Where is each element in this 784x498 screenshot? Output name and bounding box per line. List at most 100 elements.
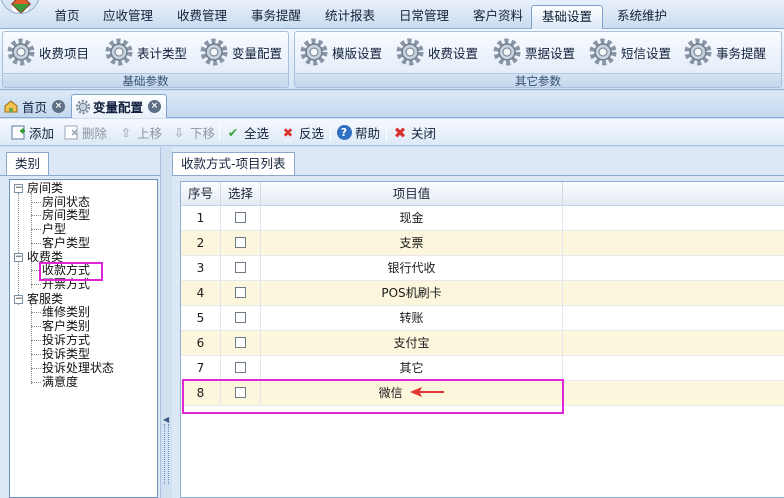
template-settings-button[interactable]: 模版设置	[299, 35, 382, 69]
item-list-tab[interactable]: 收款方式-项目列表	[172, 152, 295, 176]
meter-types-button[interactable]: 表计类型	[104, 35, 187, 69]
row-checkbox[interactable]	[235, 262, 246, 273]
menu-home[interactable]: 首页	[44, 5, 90, 27]
panel-splitter[interactable]: ◀	[160, 147, 172, 498]
gear-icon	[299, 37, 329, 67]
row-number: 7	[181, 356, 221, 381]
app-logo[interactable]	[0, 0, 40, 14]
tree-item-payment-method[interactable]: 收款方式	[42, 264, 90, 277]
table-row[interactable]: 7 其它	[181, 356, 784, 381]
tree-item-invoice-method[interactable]: 开票方式	[42, 278, 90, 291]
tree-collapse-toggle[interactable]: −	[14, 253, 23, 262]
invert-selection-button[interactable]: ✖ 反选	[280, 123, 324, 142]
tree-collapse-toggle[interactable]: −	[14, 184, 23, 193]
button-label: 模版设置	[332, 45, 383, 61]
row-select-cell	[221, 231, 261, 256]
row-value: 其它	[261, 356, 563, 381]
tab-variable-config[interactable]: 变量配置 ×	[71, 94, 167, 118]
tree-item-satisfaction[interactable]: 满意度	[42, 376, 78, 389]
help-button[interactable]: ? 帮助	[336, 123, 380, 142]
table-row[interactable]: 5 转账	[181, 306, 784, 331]
row-checkbox[interactable]	[235, 237, 246, 248]
task-reminder-button[interactable]: 事务提醒	[683, 35, 766, 69]
delete-button[interactable]: 删除	[63, 123, 107, 142]
add-icon	[10, 125, 26, 141]
menu-reports[interactable]: 统计报表	[314, 5, 386, 27]
table-row[interactable]: 1 现金	[181, 206, 784, 231]
gear-icon	[492, 37, 522, 67]
table-row[interactable]: 8 微信	[181, 381, 784, 406]
row-checkbox[interactable]	[235, 312, 246, 323]
tree-item-customer-type[interactable]: 客户类型	[42, 237, 90, 250]
menu-label: 事务提醒	[250, 8, 301, 23]
row-value: 银行代收	[261, 256, 563, 281]
collapse-arrow-icon[interactable]: ◀	[163, 415, 169, 424]
table-row[interactable]: 2 支票	[181, 231, 784, 256]
column-header-no[interactable]: 序号	[181, 182, 221, 206]
sms-settings-button[interactable]: 短信设置	[588, 35, 671, 69]
row-checkbox[interactable]	[235, 337, 246, 348]
tree-group-room[interactable]: 房间类	[27, 182, 63, 195]
red-arrow-icon	[410, 381, 445, 406]
charge-items-button[interactable]: 收费项目	[6, 35, 89, 69]
row-checkbox[interactable]	[235, 287, 246, 298]
row-value: 支付宝	[261, 331, 563, 356]
select-all-button[interactable]: ✔ 全选	[225, 123, 269, 142]
variable-config-button[interactable]: 变量配置	[199, 35, 282, 69]
tree-item-repair-category[interactable]: 维修类别	[42, 306, 90, 319]
charge-settings-button[interactable]: 收费设置	[395, 35, 478, 69]
menu-receivables[interactable]: 应收管理	[92, 5, 164, 27]
gear-icon	[6, 37, 36, 67]
ribbon-group-basic: 收费项目 表计类型 变量配置 基础参数	[2, 31, 289, 88]
close-icon[interactable]: ×	[148, 100, 162, 113]
close-icon[interactable]: ×	[52, 99, 66, 113]
tree-connector	[31, 284, 41, 285]
receipt-settings-button[interactable]: 票据设置	[492, 35, 575, 69]
menu-customers[interactable]: 客户资料	[462, 5, 534, 27]
table-row[interactable]: 6 支付宝	[181, 331, 784, 356]
row-value: 微信	[261, 381, 563, 406]
tab-home[interactable]: 首页 ×	[0, 94, 70, 118]
menu-basic-settings[interactable]: 基础设置	[531, 5, 603, 29]
row-number: 1	[181, 206, 221, 231]
row-checkbox[interactable]	[235, 212, 246, 223]
tree-item-customer-category[interactable]: 客户类别	[42, 320, 90, 333]
tree-connector	[31, 202, 41, 203]
row-select-cell	[221, 331, 261, 356]
column-header-value[interactable]: 项目值	[261, 182, 563, 206]
tree-item-complaint-type[interactable]: 投诉类型	[42, 348, 90, 361]
tree-item-complaint-method[interactable]: 投诉方式	[42, 334, 90, 347]
button-label: 下移	[190, 126, 216, 141]
tree-connector	[31, 382, 41, 383]
table-row[interactable]: 3 银行代收	[181, 256, 784, 281]
add-button[interactable]: 添加	[10, 123, 54, 142]
tree-item-unit-type[interactable]: 户型	[42, 223, 66, 236]
move-down-button[interactable]: ⇩ 下移	[171, 123, 215, 142]
row-checkbox[interactable]	[235, 362, 246, 373]
tree-item-room-type[interactable]: 房间类型	[42, 209, 90, 222]
ribbon-group-label: 其它参数	[295, 73, 781, 88]
gear-icon	[683, 37, 713, 67]
button-label: 删除	[82, 126, 108, 141]
close-button[interactable]: ✖ 关闭	[392, 123, 436, 142]
logo-cube-icon	[11, 0, 31, 13]
row-select-cell	[221, 381, 261, 406]
gear-icon	[199, 37, 229, 67]
tab-label: 首页	[22, 99, 48, 115]
row-value: 转账	[261, 306, 563, 331]
gear-icon	[588, 37, 618, 67]
tree-collapse-toggle[interactable]: −	[14, 295, 23, 304]
table-row[interactable]: 4 POS机刷卡	[181, 281, 784, 306]
tree-item-complaint-status[interactable]: 投诉处理状态	[42, 362, 114, 375]
row-checkbox[interactable]	[235, 387, 246, 398]
menu-daily[interactable]: 日常管理	[388, 5, 460, 27]
category-tree: − 房间类 房间状态 房间类型 户型 客户类型 − 收费类 收款方式 开票方式 …	[9, 179, 158, 498]
menu-maintenance[interactable]: 系统维护	[606, 5, 678, 27]
menu-reminders[interactable]: 事务提醒	[240, 5, 312, 27]
move-up-button[interactable]: ⇧ 上移	[118, 123, 162, 142]
menu-charging[interactable]: 收费管理	[166, 5, 238, 27]
category-tab[interactable]: 类别	[6, 152, 50, 176]
button-label: 帮助	[355, 126, 381, 141]
row-value: POS机刷卡	[261, 281, 563, 306]
column-header-select[interactable]: 选择	[221, 182, 261, 206]
